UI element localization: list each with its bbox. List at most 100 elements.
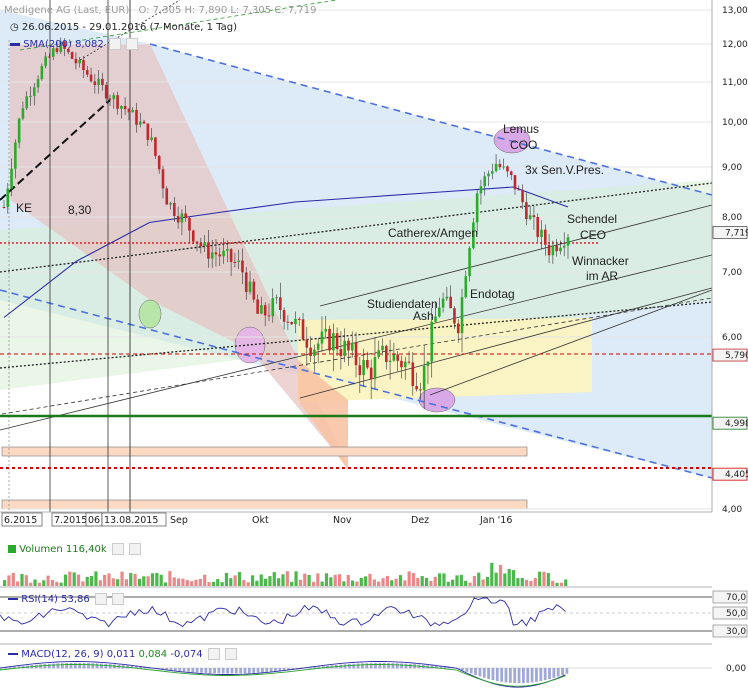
candle-body (85, 70, 89, 75)
macd-legend[interactable]: MACD(12, 26, 9) 0,011 0,084 -0,074 (8, 648, 237, 660)
macd-hist-bar (408, 663, 412, 669)
indicator-axis: 70,0 50,0 30,0 0,00 (712, 590, 748, 674)
macd-close-icon[interactable] (224, 648, 237, 660)
macd-axis-label: 0,00 (726, 664, 746, 674)
volume-bar (7, 575, 11, 586)
macd-hist-bar (100, 663, 103, 669)
macd-hist-bar (552, 668, 556, 678)
volume-bar (559, 582, 563, 586)
volume-bar (42, 580, 46, 586)
candle-body (48, 56, 51, 58)
volume-bar (242, 580, 246, 586)
candle-body (498, 163, 502, 168)
volume-bar (542, 571, 546, 586)
macd-hist-bar (382, 663, 386, 669)
volume-bar (303, 573, 307, 586)
candle-body (475, 193, 479, 223)
volume-bar (329, 577, 333, 586)
macd-settings-icon[interactable] (207, 648, 220, 660)
candle-body (108, 98, 112, 100)
annotation-label: 8,30 (68, 203, 92, 217)
candle-body (21, 108, 25, 119)
volume-bar (155, 572, 159, 586)
macd-hist-bar (343, 664, 347, 669)
candle-body (78, 60, 82, 64)
volume-bar (438, 573, 442, 586)
volume-bar (237, 572, 242, 586)
candle-body (551, 245, 555, 256)
candle-body (309, 347, 312, 356)
candle-body (411, 362, 415, 386)
volume-bar (163, 582, 168, 586)
volume-bar (211, 581, 215, 586)
volume-settings-icon[interactable] (111, 543, 124, 555)
volume-bar (246, 582, 250, 586)
sma-legend[interactable]: SMA(200) 8,082 (10, 38, 139, 50)
volume-bar (533, 578, 537, 586)
candle-body (229, 249, 233, 262)
annotation-label: Winnacker (572, 254, 629, 268)
candle-body (112, 95, 116, 100)
candle-body (419, 389, 422, 391)
candle-body (294, 318, 297, 325)
rsi-close-icon[interactable] (112, 593, 125, 605)
volume-bar (381, 578, 385, 586)
macd-hist-bar (495, 668, 499, 682)
rsi-level-label: 30,0 (726, 627, 746, 637)
settings-icon[interactable] (108, 38, 121, 50)
volume-legend[interactable]: Volumen 116,40k (8, 543, 142, 555)
candle-body (157, 155, 161, 170)
volume-bar (224, 572, 229, 586)
volume-bar (481, 579, 485, 586)
price-tick-label: 4,00 (722, 505, 742, 515)
date-tick-label: Sep (170, 515, 188, 526)
annotation-label: Lemus (503, 122, 539, 136)
volume-bar (468, 582, 472, 586)
candle-body (241, 260, 244, 273)
candle-body (237, 260, 240, 263)
candle-body (263, 305, 267, 316)
volume-bar (455, 575, 459, 586)
macd-hist-bar (530, 668, 534, 683)
macd-hist-bar (465, 668, 469, 672)
volume-bar (333, 574, 337, 586)
rsi-legend[interactable]: RSI(14) 53,86 (8, 593, 125, 605)
candle-body (366, 360, 369, 368)
macd-hist-bar (461, 668, 464, 671)
candle-body (566, 237, 570, 246)
candle-body (25, 96, 29, 109)
macd-hist-bar (243, 668, 247, 674)
macd-hist-bar (469, 668, 473, 674)
volume-bar (420, 576, 424, 586)
macd-hist-bar (78, 663, 82, 669)
volume-bar (298, 579, 302, 586)
candle-body (135, 109, 138, 125)
macd-hist-bar (400, 663, 403, 669)
macd-value-2: 0,084 (138, 649, 168, 660)
candle-body (101, 78, 104, 86)
candle-body (120, 106, 123, 109)
volume-bar (268, 576, 272, 586)
volume-bar (59, 582, 63, 586)
candle-body (339, 349, 343, 357)
volume-bar (390, 580, 394, 586)
macd-hist-bar (508, 668, 512, 683)
candle-body (173, 202, 176, 217)
volume-bar (507, 568, 511, 586)
candle-body (517, 189, 521, 191)
candle-body (377, 350, 381, 358)
macd-hist-bar (352, 663, 356, 669)
candle-body (123, 106, 127, 110)
candle-body (422, 365, 426, 391)
macd-hist-bar (274, 668, 277, 672)
volume-close-icon[interactable] (129, 543, 142, 555)
volume-label: Volumen (19, 544, 63, 555)
close-icon[interactable] (126, 38, 139, 50)
candle-body (438, 307, 441, 317)
volume-bar (394, 578, 398, 586)
rsi-settings-icon[interactable] (94, 593, 107, 605)
candle-body (195, 241, 199, 244)
volume-bar (355, 581, 359, 586)
candle-body (138, 121, 142, 125)
candle-body (494, 163, 498, 172)
